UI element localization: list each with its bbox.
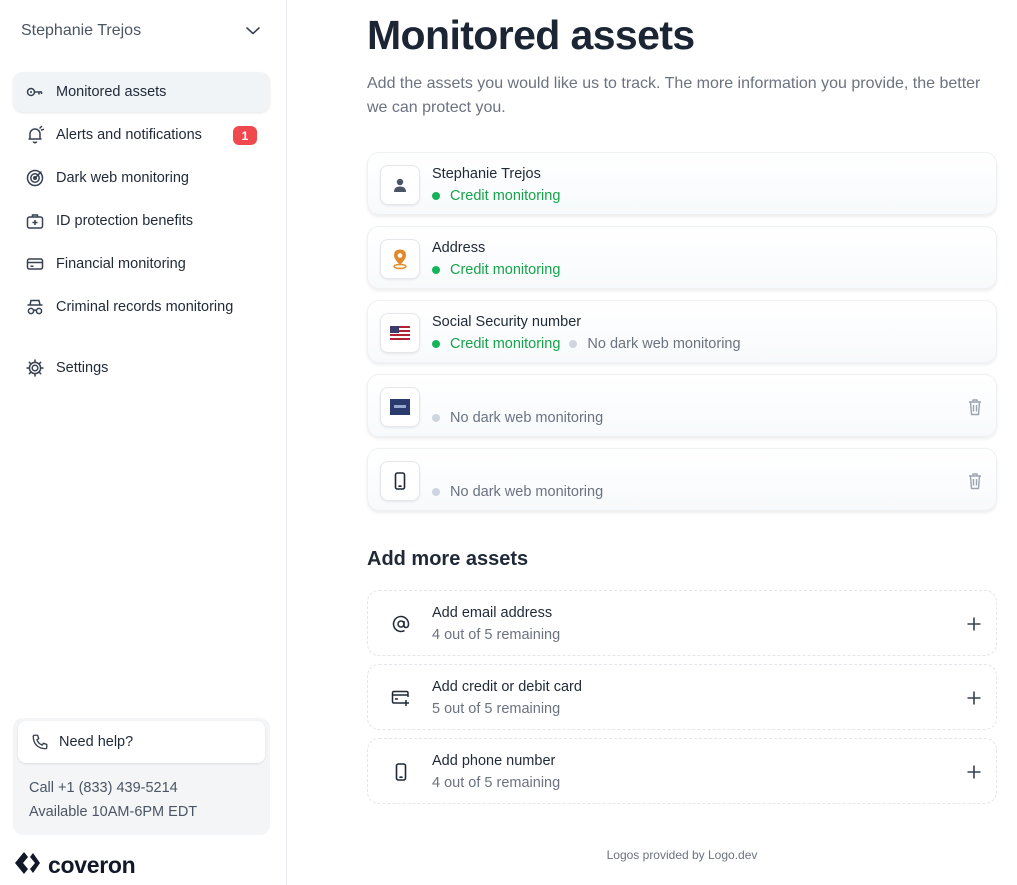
asset-status-list: Credit monitoring No dark web monitoring (432, 336, 750, 352)
sidebar-nav: Monitored assets Alerts and notification… (13, 72, 270, 391)
page-subtitle: Add the assets you would like us to trac… (367, 75, 981, 116)
sidebar-item-criminal-records[interactable]: Criminal records monitoring (13, 287, 270, 327)
add-item-remaining: 4 out of 5 remaining (432, 775, 561, 791)
location-pin-icon (380, 239, 420, 279)
add-email-button[interactable]: Add email address 4 out of 5 remaining (367, 590, 997, 656)
account-name: Stephanie Trejos (21, 22, 142, 39)
sidebar-item-label: Financial monitoring (56, 256, 186, 272)
asset-card-bank-account[interactable]: No dark web monitoring (367, 374, 997, 437)
phone-icon (390, 761, 412, 783)
chevron-down-icon (246, 24, 260, 38)
phone-call-icon (30, 732, 50, 752)
status-credit-monitoring: Credit monitoring (432, 336, 560, 352)
asset-card-ssn[interactable]: Social Security number Credit monitoring… (367, 300, 997, 363)
asset-card-phone[interactable]: No dark web monitoring (367, 448, 997, 511)
delete-asset-button[interactable] (966, 398, 984, 416)
status-credit-monitoring: Credit monitoring (432, 262, 560, 278)
phone-icon (380, 461, 420, 501)
add-item-title: Add credit or debit card (432, 679, 582, 695)
status-dark-web-off: No dark web monitoring (432, 484, 603, 500)
bell-icon (25, 125, 45, 145)
gear-icon (25, 358, 45, 378)
logo-attribution: Logos provided by Logo.dev (606, 848, 758, 862)
sidebar: Stephanie Trejos Monitored assets Alerts… (0, 0, 287, 885)
support-phone: Call +1 (833) 439-5214 (29, 780, 178, 796)
asset-card-address[interactable]: Address Credit monitoring (367, 226, 997, 289)
coveron-logo-icon (13, 850, 41, 881)
status-dot (432, 488, 440, 496)
sidebar-item-label: Settings (56, 360, 109, 376)
asset-title: Social Security number (432, 314, 582, 330)
notification-count-badge: 1 (233, 126, 257, 145)
support-hours: Available 10AM-6PM EDT (29, 804, 198, 820)
status-dot (569, 340, 578, 348)
sidebar-item-alerts[interactable]: Alerts and notifications 1 (13, 115, 270, 155)
delete-asset-button[interactable] (966, 472, 984, 490)
asset-card-name[interactable]: Stephanie Trejos Credit monitoring (367, 152, 997, 215)
asset-title: Stephanie Trejos (432, 166, 541, 182)
person-icon (380, 165, 420, 205)
add-item-title: Add email address (432, 605, 553, 621)
status-dot (432, 192, 440, 200)
sidebar-item-monitored-assets[interactable]: Monitored assets (13, 72, 270, 112)
need-help-label: Need help? (59, 734, 134, 750)
sidebar-item-settings[interactable]: Settings (13, 348, 270, 388)
plus-icon (964, 762, 984, 782)
need-help-button[interactable]: Need help? (18, 721, 265, 763)
account-switcher[interactable]: Stephanie Trejos (0, 0, 286, 62)
asset-status-list: No dark web monitoring (432, 484, 612, 500)
brand-name: coveron (48, 852, 136, 878)
asset-status-list: Credit monitoring (432, 262, 569, 278)
status-dark-web-off: No dark web monitoring (569, 336, 741, 352)
sidebar-item-label: Alerts and notifications (56, 127, 202, 143)
sidebar-item-dark-web[interactable]: Dark web monitoring (13, 158, 270, 198)
page-title: Monitored assets (367, 12, 695, 58)
add-card-icon (390, 687, 412, 709)
at-sign-icon (390, 613, 412, 635)
add-phone-button[interactable]: Add phone number 4 out of 5 remaining (367, 738, 997, 804)
radar-icon (25, 168, 45, 188)
add-item-title: Add phone number (432, 753, 556, 769)
brand-logo: coveron (13, 850, 136, 881)
sidebar-item-label: Dark web monitoring (56, 170, 189, 186)
plus-icon (964, 688, 984, 708)
sidebar-item-label: Criminal records monitoring (56, 299, 234, 315)
asset-status-list: No dark web monitoring (432, 410, 612, 426)
credit-card-icon (25, 254, 45, 274)
sidebar-item-label: ID protection benefits (56, 213, 194, 229)
section-title-add-assets: Add more assets (367, 548, 529, 570)
us-flag-icon (380, 313, 420, 353)
status-dark-web-off: No dark web monitoring (432, 410, 603, 426)
spy-icon (25, 297, 45, 317)
status-dot (432, 266, 440, 274)
bank-logo-icon (380, 387, 420, 427)
asset-title: Address (432, 240, 486, 256)
plus-icon (964, 614, 984, 634)
status-dot (432, 340, 440, 348)
add-card-button[interactable]: Add credit or debit card 5 out of 5 rema… (367, 664, 997, 730)
sidebar-item-financial[interactable]: Financial monitoring (13, 244, 270, 284)
key-icon (25, 82, 45, 102)
add-item-remaining: 4 out of 5 remaining (432, 627, 561, 643)
asset-status-list: Credit monitoring (432, 188, 569, 204)
sidebar-item-id-protection[interactable]: ID protection benefits (13, 201, 270, 241)
status-dot (432, 414, 440, 422)
help-panel: Need help? Call +1 (833) 439-5214 Availa… (13, 718, 270, 835)
sidebar-item-label: Monitored assets (56, 84, 167, 100)
add-item-remaining: 5 out of 5 remaining (432, 701, 561, 717)
status-credit-monitoring: Credit monitoring (432, 188, 560, 204)
briefcase-icon (25, 211, 45, 231)
